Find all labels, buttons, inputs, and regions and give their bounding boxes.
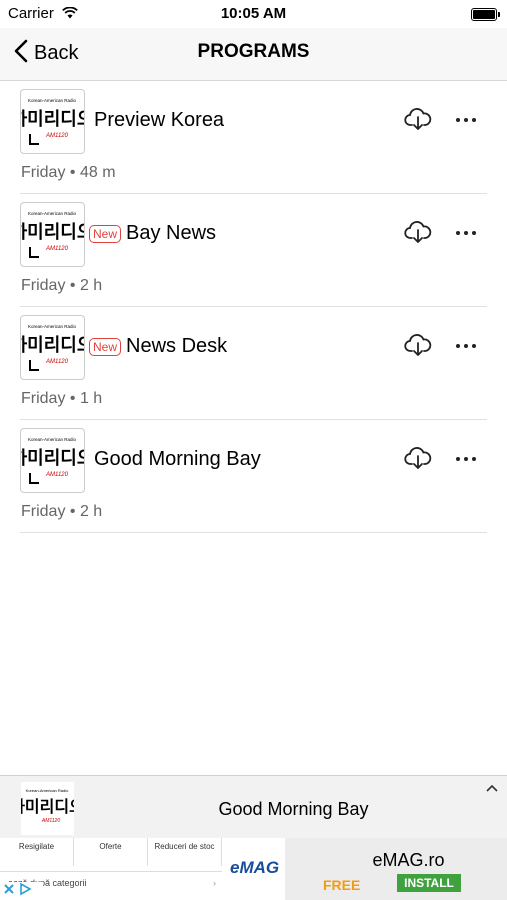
ad-category: Resigilate (0, 838, 74, 866)
program-meta: Friday • 2 h (21, 503, 103, 520)
ad-logo: eMAG (230, 858, 280, 877)
chevron-up-icon[interactable] (485, 780, 499, 798)
chevron-left-icon (14, 39, 28, 68)
logo-am: AM1120 (45, 359, 69, 365)
ad-app-name: eMAG.ro (372, 850, 445, 870)
ad-price: FREE (323, 877, 361, 893)
ad-choices-icon[interactable] (18, 882, 32, 900)
logo-top-text: Korean-American Radio (28, 324, 77, 329)
more-options-icon[interactable] (454, 223, 478, 243)
logo-hangul: 하미리디오 (21, 109, 84, 130)
program-row[interactable]: Korean-American Radio 하미리디오 AM1120 Good … (0, 420, 507, 533)
logo-hangul: 하미리디오 (21, 222, 84, 243)
ad-category: Reduceri de stoc (148, 838, 222, 866)
logo-hangul: 하미리디오 (21, 797, 74, 816)
ad-banner[interactable]: Resigilate Oferte Reduceri de stoc ează du… (0, 838, 507, 900)
chevron-right-icon: › (213, 878, 216, 888)
program-meta: Friday • 1 h (21, 390, 103, 407)
logo-top-text: Korean-American Radio (26, 788, 69, 793)
program-title: Bay News (126, 222, 217, 244)
program-title: Preview Korea (94, 109, 225, 131)
ad-choices[interactable] (0, 882, 43, 900)
program-artwork: Korean-American Radio 하미리디오 AM1120 (11, 202, 93, 267)
program-row[interactable]: Korean-American Radio 하미리디오 AM1120 New B… (0, 194, 507, 307)
download-icon[interactable] (404, 334, 432, 363)
new-badge: New (89, 337, 122, 356)
back-label: Back (34, 42, 79, 64)
logo-am: AM1120 (45, 246, 69, 252)
program-meta: Friday • 48 m (21, 164, 116, 181)
program-row[interactable]: Korean-American Radio 하미리디오 AM1120 New N… (0, 307, 507, 420)
ad-install-button[interactable]: INSTALL (397, 874, 461, 892)
program-title-group: New News Desk (89, 335, 228, 358)
new-badge: New (89, 224, 122, 243)
navigation-bar: Back PROGRAMS (0, 28, 507, 81)
program-row[interactable]: Korean-American Radio 하미리디오 AM1120 Previ… (0, 81, 507, 194)
mini-player-artwork: Korean-American Radio 하미리디오 AM1120 (10, 782, 84, 835)
program-artwork: Korean-American Radio 하미리디오 AM1120 (11, 89, 93, 154)
mini-player[interactable]: Korean-American Radio 하미리디오 AM1120 Good … (0, 775, 507, 839)
clock: 10:05 AM (220, 5, 287, 22)
download-icon[interactable] (404, 221, 432, 250)
more-options-icon[interactable] (454, 110, 478, 130)
program-list: Korean-American Radio 하미리디오 AM1120 Previ… (0, 81, 507, 533)
more-options-icon[interactable] (454, 449, 478, 469)
logo-am: AM1120 (41, 818, 60, 824)
status-bar: Carrier 10:05 AM (0, 0, 507, 28)
program-artwork: Korean-American Radio 하미리디오 AM1120 (11, 428, 93, 493)
program-title: Good Morning Bay (94, 448, 261, 470)
download-icon[interactable] (404, 447, 432, 476)
download-icon[interactable] (404, 108, 432, 137)
program-artwork: Korean-American Radio 하미리디오 AM1120 (11, 315, 93, 380)
more-options-icon[interactable] (454, 336, 478, 356)
logo-hangul: 하미리디오 (21, 448, 84, 469)
program-title-group: New Bay News (89, 222, 217, 245)
program-title-group: Good Morning Bay (94, 448, 261, 471)
logo-am: AM1120 (45, 472, 69, 478)
ad-creative[interactable]: Resigilate Oferte Reduceri de stoc ează du… (0, 838, 285, 900)
battery-icon (471, 8, 500, 21)
logo-top-text: Korean-American Radio (28, 211, 77, 216)
program-title: News Desk (126, 335, 228, 357)
program-title-group: Preview Korea (94, 109, 224, 132)
mini-player-title: Good Morning Bay (218, 799, 369, 819)
ad-category: Oferte (74, 838, 148, 866)
logo-am: AM1120 (45, 133, 69, 139)
row-divider (20, 532, 487, 533)
logo-top-text: Korean-American Radio (28, 98, 77, 103)
close-icon[interactable] (3, 882, 15, 900)
logo-hangul: 하미리디오 (21, 335, 84, 356)
logo-top-text: Korean-American Radio (28, 437, 77, 442)
back-button[interactable]: Back (14, 39, 78, 68)
program-meta: Friday • 2 h (21, 277, 103, 294)
ad-categories: Resigilate Oferte Reduceri de stoc (0, 838, 222, 866)
